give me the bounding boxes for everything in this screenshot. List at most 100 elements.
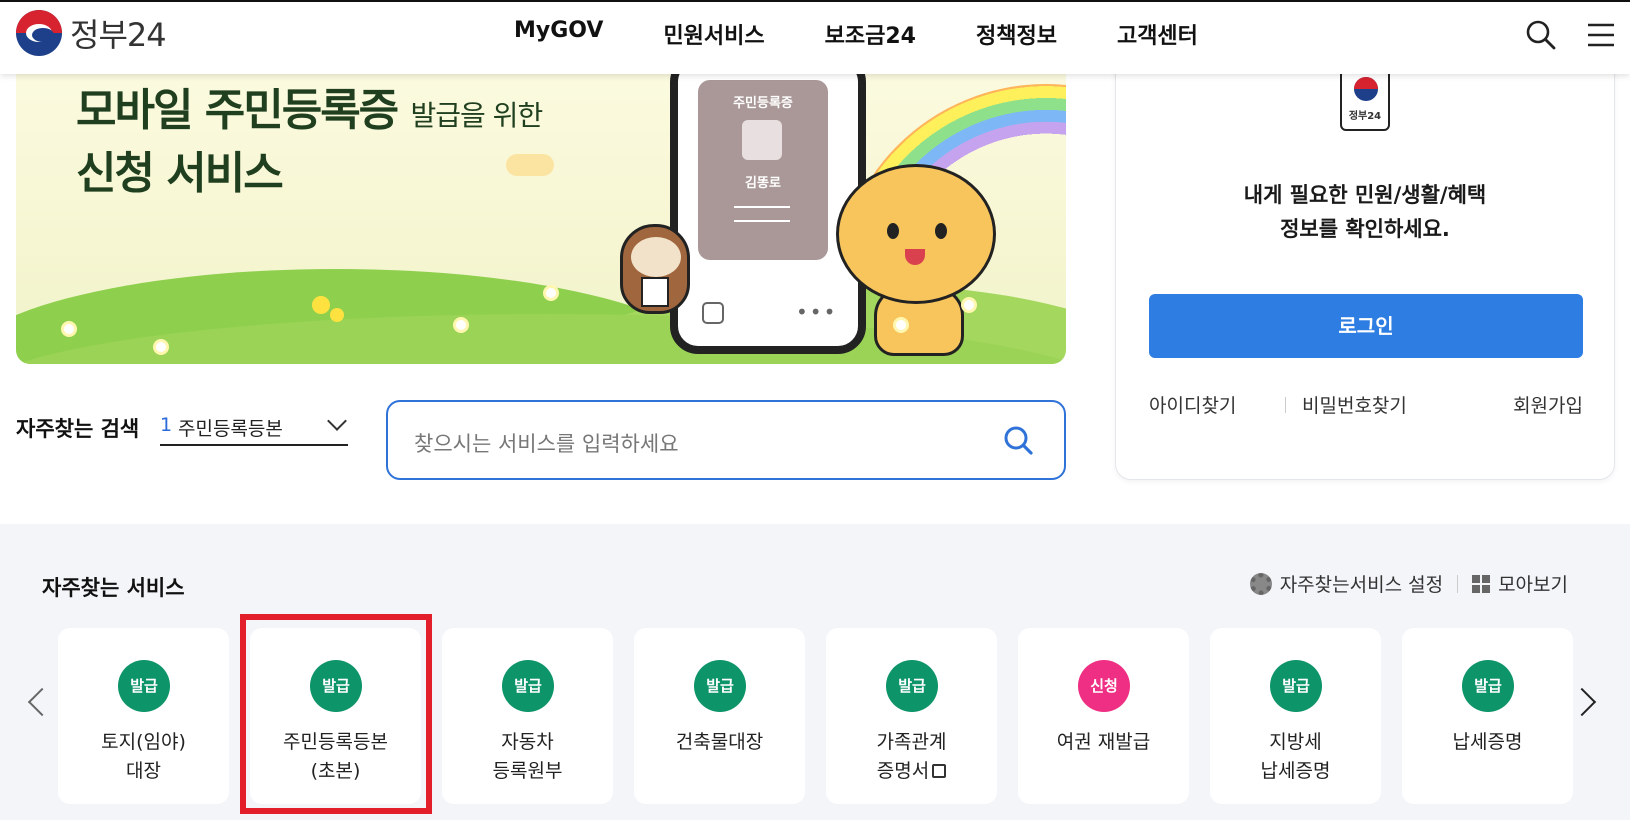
gov24-app-logo-icon: 정부24 (1340, 69, 1390, 131)
card-label-line1: 가족관계 (876, 731, 947, 753)
favorite-settings-button[interactable]: 자주찾는서비스 설정 (1249, 570, 1444, 597)
card-label-line2: 증명서 (876, 760, 930, 782)
owl-character (620, 224, 690, 314)
card-label-line1: 지방세 (1269, 731, 1322, 753)
card-label: 건축물대장 (634, 728, 805, 757)
issue-badge: 발급 (886, 660, 938, 712)
id-card-title: 주민등록증 (733, 96, 793, 111)
card-label-line1: 주민등록등본 (283, 731, 388, 753)
gear-icon (1249, 572, 1272, 595)
dropdown-rank: 1 (160, 414, 173, 436)
more-dots-icon: ••• (796, 300, 838, 324)
find-id-link[interactable]: 아이디찾기 (1149, 391, 1236, 418)
favorite-tools: 자주찾는서비스 설정 모아보기 (1249, 570, 1568, 597)
link-divider (1285, 397, 1286, 413)
issue-badge: 발급 (502, 660, 554, 712)
view-all-label: 모아보기 (1498, 574, 1568, 596)
favorite-services-section: 자주찾는 서비스 자주찾는서비스 설정 모아보기 발급 토지(임야) 대장 발급… (0, 524, 1630, 820)
menu-icon[interactable] (1584, 18, 1618, 52)
tools-divider (1457, 574, 1459, 593)
card-label: 자동차 등록원부 (442, 728, 613, 786)
app-logo-text: 정부24 (1348, 111, 1382, 122)
service-card-tax-certificate[interactable]: 발급 납세증명 (1402, 628, 1573, 804)
login-message-line1: 내게 필요한 민원/생활/혜택 (1243, 183, 1487, 207)
id-card-illustration: 주민등록증 김똥로 (698, 80, 828, 260)
card-label-line2: 대장 (126, 760, 161, 782)
main-nav: MyGOV 민원서비스 보조금24 정책정보 고객센터 (514, 18, 1258, 50)
card-label-line1: 납세증명 (1452, 731, 1523, 753)
flower-illustration (456, 320, 466, 330)
phone-illustration: 주민등록증 김똥로 ••• (670, 74, 866, 354)
service-card-passport-reissue[interactable]: 신청 여권 재발급 (1018, 628, 1189, 804)
card-label: 여권 재발급 (1018, 728, 1189, 757)
card-label: 지방세 납세증명 (1210, 728, 1381, 786)
card-label-line2: 등록원부 (492, 760, 563, 782)
service-card-land-register[interactable]: 발급 토지(임야) 대장 (58, 628, 229, 804)
flower-illustration (64, 324, 74, 334)
login-button[interactable]: 로그인 (1149, 294, 1583, 358)
apply-badge: 신청 (1078, 660, 1130, 712)
flower-illustration (896, 320, 906, 330)
chick-illustration (312, 296, 330, 314)
issue-badge: 발급 (118, 660, 170, 712)
flower-illustration (156, 342, 166, 352)
service-card-list: 발급 토지(임야) 대장 발급 주민등록등본 (초본) 발급 자동차 등록원부 … (58, 628, 1573, 804)
frequent-search-dropdown[interactable]: 1 주민등록등본 (160, 408, 348, 446)
issue-badge: 발급 (1270, 660, 1322, 712)
signup-link[interactable]: 회원가입 (1513, 391, 1583, 418)
nav-mygov[interactable]: MyGOV (514, 18, 603, 50)
squirrel-character (836, 164, 996, 304)
login-message-line2: 정보를 확인하세요. (1280, 217, 1450, 241)
service-card-vehicle-register[interactable]: 발급 자동차 등록원부 (442, 628, 613, 804)
service-card-local-tax-certificate[interactable]: 발급 지방세 납세증명 (1210, 628, 1381, 804)
top-header: 정부24 MyGOV 민원서비스 보조금24 정책정보 고객센터 (0, 0, 1630, 74)
nav-customer-center[interactable]: 고객센터 (1117, 18, 1198, 50)
chevron-down-icon (327, 411, 347, 431)
chick-illustration (330, 308, 344, 322)
favorite-services-title: 자주찾는 서비스 (42, 576, 185, 600)
home-button-icon (702, 302, 724, 324)
flower-illustration (964, 300, 974, 310)
nav-civil-service[interactable]: 민원서비스 (663, 18, 764, 50)
issue-badge: 발급 (694, 660, 746, 712)
card-label-line1: 여권 재발급 (1056, 731, 1151, 753)
card-label: 납세증명 (1402, 728, 1573, 757)
search-submit-icon[interactable] (1002, 424, 1036, 458)
taegeuk-logo-icon (16, 10, 62, 56)
card-label-line2: (초본) (310, 760, 361, 782)
login-message: 내게 필요한 민원/생활/혜택 정보를 확인하세요. (1116, 178, 1614, 246)
dropdown-selected-text: 주민등록등본 (178, 418, 283, 440)
frequent-search-label: 자주찾는 검색 (16, 417, 140, 441)
view-all-button[interactable]: 모아보기 (1472, 570, 1568, 597)
login-panel: 정부24 내게 필요한 민원/생활/혜택 정보를 확인하세요. 로그인 아이디찾… (1115, 60, 1615, 480)
id-card-name: 김똥로 (745, 176, 781, 191)
service-search-input[interactable]: 찾으시는 서비스를 입력하세요 (386, 400, 1066, 480)
search-icon[interactable] (1524, 18, 1558, 52)
promo-banner[interactable]: 모바일 주민등록증 발급을 위한 신청 서비스 주민등록증 김똥로 ••• (16, 74, 1066, 364)
card-label-line2: 납세증명 (1260, 760, 1331, 782)
banner-title-line2: 신청 서비스 (76, 148, 284, 199)
nav-subsidy24[interactable]: 보조금24 (825, 18, 916, 50)
issue-badge: 발급 (310, 660, 362, 712)
card-label: 주민등록등본 (초본) (250, 728, 421, 786)
carousel-prev-icon[interactable] (27, 687, 57, 717)
nav-policy-info[interactable]: 정책정보 (976, 18, 1057, 50)
search-placeholder: 찾으시는 서비스를 입력하세요 (414, 432, 679, 456)
card-label: 가족관계 증명서 (826, 728, 997, 786)
banner-title: 모바일 주민등록증 발급을 위한 신청 서비스 (76, 82, 544, 203)
service-card-family-certificate[interactable]: 발급 가족관계 증명서 (826, 628, 997, 804)
logo-text: 정부24 (70, 16, 167, 54)
banner-title-main: 모바일 주민등록증 (76, 85, 399, 136)
card-label-line1: 건축물대장 (675, 731, 764, 753)
card-label: 토지(임야) 대장 (58, 728, 229, 786)
service-card-building-register[interactable]: 발급 건축물대장 (634, 628, 805, 804)
issue-badge: 발급 (1462, 660, 1514, 712)
banner-title-sub: 발급을 위한 (410, 99, 544, 132)
service-card-resident-registration[interactable]: 발급 주민등록등본 (초본) (250, 628, 421, 804)
flower-illustration (546, 288, 556, 298)
favorite-settings-label: 자주찾는서비스 설정 (1279, 574, 1444, 596)
find-password-link[interactable]: 비밀번호찾기 (1302, 391, 1407, 418)
site-logo[interactable]: 정부24 (16, 10, 167, 56)
external-link-icon (932, 764, 947, 778)
grid-icon (1472, 574, 1491, 593)
